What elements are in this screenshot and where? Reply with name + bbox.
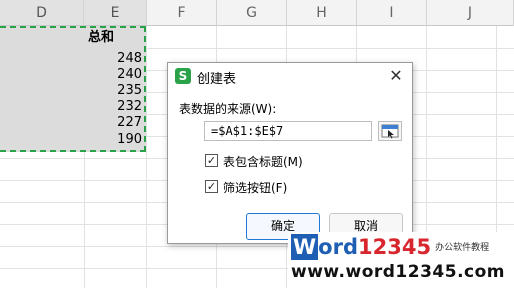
watermark-brand-rest: ord [318, 235, 358, 259]
watermark-url: www.word12345.com [291, 262, 505, 282]
column-header-g[interactable]: G [217, 0, 287, 26]
column-header-f[interactable]: F [147, 0, 217, 26]
watermark: Word12345 办公软件教程 www.word12345.com [288, 232, 514, 288]
close-icon[interactable]: ✕ [386, 66, 406, 86]
watermark-logo: Word12345 办公软件教程 [291, 234, 489, 261]
create-table-dialog: S 创建表 ✕ 表数据的来源(W): =$A$1:$E$7 ✓ 表包含标题(M)… [167, 62, 413, 244]
checkmark-icon: ✓ [206, 154, 217, 167]
range-select-icon [381, 124, 399, 139]
source-label: 表数据的来源(W): [179, 102, 277, 116]
dialog-titlebar[interactable]: S 创建表 ✕ [168, 63, 412, 91]
watermark-tagline: 办公软件教程 [435, 243, 490, 253]
dialog-title: 创建表 [197, 72, 237, 87]
filter-checkbox[interactable]: ✓ [205, 180, 218, 193]
watermark-brand-digits: 12345 [358, 235, 432, 259]
cell-e1[interactable]: 总和 [88, 27, 144, 49]
cell-e7[interactable]: 190 [84, 129, 146, 151]
watermark-brand-letter: W [291, 234, 319, 260]
column-header-d[interactable]: D [0, 0, 84, 26]
column-header-j[interactable]: J [427, 0, 514, 26]
gridline [146, 26, 147, 288]
header-checkbox-label[interactable]: 表包含标题(M) [223, 153, 303, 170]
checkmark-icon: ✓ [206, 180, 217, 193]
column-header-e[interactable]: E [84, 0, 147, 26]
range-select-button[interactable] [378, 121, 402, 141]
column-header-i[interactable]: I [357, 0, 427, 26]
range-input[interactable]: =$A$1:$E$7 [204, 121, 372, 141]
wps-sheet-logo-icon: S [175, 68, 191, 84]
filter-checkbox-label[interactable]: 筛选按钮(F) [223, 179, 287, 196]
column-header-h[interactable]: H [287, 0, 357, 26]
header-checkbox[interactable]: ✓ [205, 154, 218, 167]
